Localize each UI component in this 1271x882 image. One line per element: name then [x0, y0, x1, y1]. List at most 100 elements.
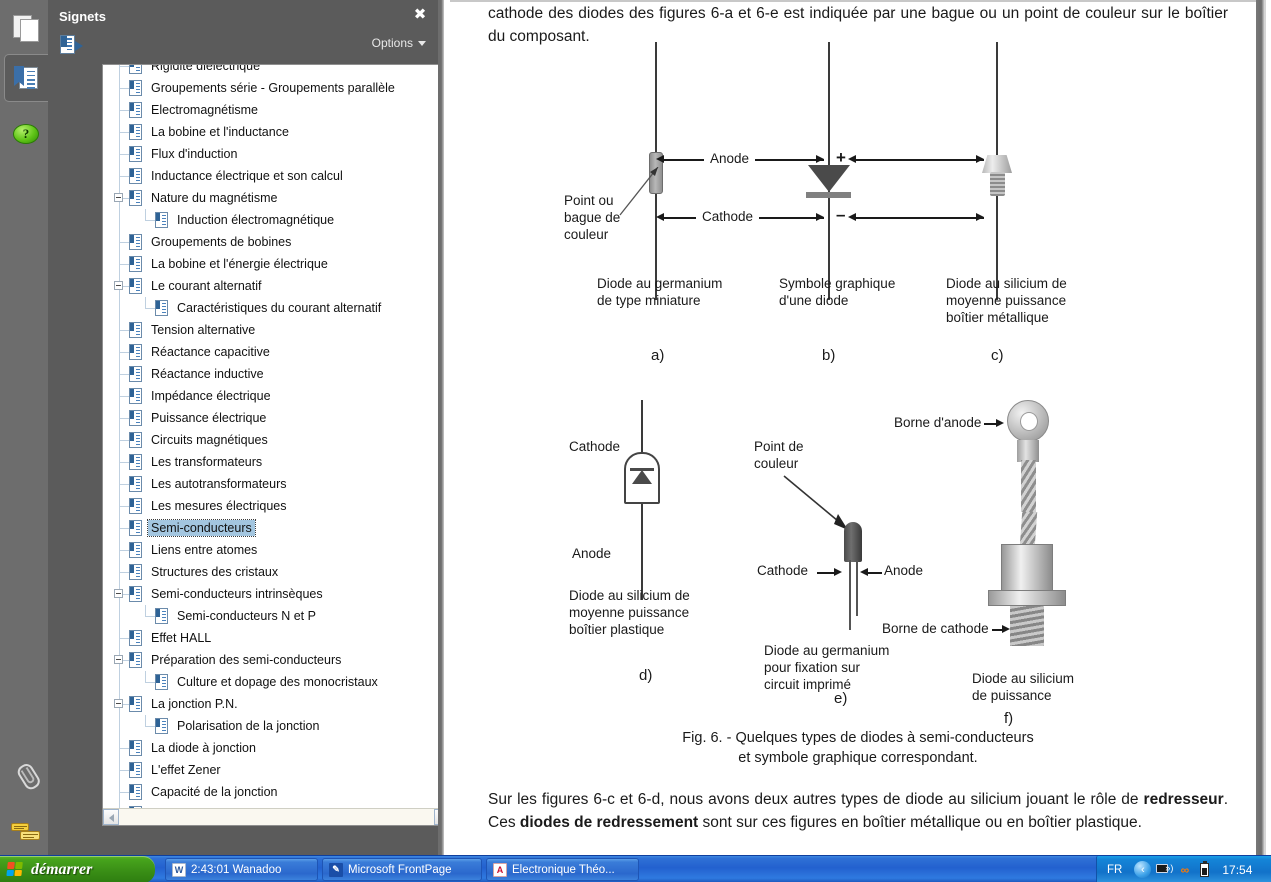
- rail-tab-attachments[interactable]: [4, 752, 48, 800]
- taskbar-item-frontpage[interactable]: ✎ Microsoft FrontPage: [322, 858, 482, 881]
- bookmark-item[interactable]: La diode à jonction: [103, 737, 450, 759]
- bookmark-item[interactable]: La bobine et l'inductance: [103, 121, 450, 143]
- fig-e-cathode-label: Cathode: [757, 563, 809, 578]
- back-arrow-icon[interactable]: ‹: [1134, 861, 1152, 878]
- comments-bubble-icon: [11, 822, 41, 842]
- polarity-plus: +: [836, 148, 846, 167]
- bookmark-item[interactable]: Puissance électrique: [103, 407, 450, 429]
- bookmark-page-icon: [129, 410, 142, 426]
- bookmark-item[interactable]: Rigidité diélectrique: [103, 65, 450, 77]
- tree-expander[interactable]: [114, 655, 123, 664]
- bookmark-item[interactable]: Flux d'induction: [103, 143, 450, 165]
- rail-tab-bookmarks[interactable]: [4, 54, 48, 102]
- bookmark-page-icon: [129, 498, 142, 514]
- bookmark-item[interactable]: Impédance électrique: [103, 385, 450, 407]
- bookmark-label: La diode à jonction: [151, 741, 256, 755]
- battery-icon[interactable]: [1197, 860, 1212, 877]
- bookmark-item[interactable]: L'effet Zener: [103, 759, 450, 781]
- bookmark-item[interactable]: Circuits magnétiques: [103, 429, 450, 451]
- fig-d-caption: Diode au silicium de moyenne puissance b…: [569, 588, 690, 637]
- para-bottom-bold2: diodes de redressement: [519, 814, 699, 831]
- bookmark-item[interactable]: Polarisation de la jonction: [103, 715, 450, 737]
- bookmark-page-icon: [129, 520, 142, 536]
- bookmark-item[interactable]: Les autotransformateurs: [103, 473, 450, 495]
- rail-tab-comments[interactable]: [4, 808, 48, 856]
- anode-arrow-right: [816, 155, 824, 163]
- bookmark-item[interactable]: Le courant alternatif: [103, 275, 450, 297]
- bookmark-item[interactable]: Tension alternative: [103, 319, 450, 341]
- taskbar-item-wanadoo[interactable]: W 2:43:01 Wanadoo: [165, 858, 318, 881]
- tree-expander[interactable]: [114, 193, 123, 202]
- start-button[interactable]: démarrer: [0, 856, 155, 882]
- bookmark-item[interactable]: Nature du magnétisme: [103, 187, 450, 209]
- bookmark-page-icon: [129, 322, 142, 338]
- fig-e-cathode-arrow-line: [817, 572, 835, 574]
- bookmark-label: Liens entre atomes: [151, 543, 258, 557]
- bookmark-page-icon: [129, 80, 142, 96]
- bookmark-item[interactable]: La bobine et l'énergie électrique: [103, 253, 450, 275]
- bookmarks-horizontal-scrollbar[interactable]: [103, 808, 467, 825]
- bookmark-item[interactable]: Groupements série - Groupements parallèl…: [103, 77, 450, 99]
- bookmark-item[interactable]: Induction électromagnétique: [103, 209, 450, 231]
- paperclip-icon: [8, 758, 44, 794]
- bookmark-item[interactable]: Electromagnétisme: [103, 99, 450, 121]
- bookmark-label: Préparation des semi-conducteurs: [151, 653, 342, 667]
- tree-expander[interactable]: [114, 281, 123, 290]
- navigation-rail: ?: [0, 0, 48, 855]
- tree-expander[interactable]: [114, 589, 123, 598]
- bookmark-item[interactable]: Culture et dopage des monocristaux: [103, 671, 450, 693]
- close-icon[interactable]: ✖: [412, 7, 428, 23]
- bookmark-page-icon: [129, 278, 142, 294]
- figure-caption-line1: Fig. 6. - Quelques types de diodes à sem…: [682, 730, 1034, 746]
- bookmarks-panel: Signets ✖ Options Rigidité diélectrique G…: [48, 0, 468, 855]
- frontpage-icon: ✎: [329, 862, 343, 877]
- fig-f-anode-ring: [1007, 400, 1049, 442]
- bookmark-item[interactable]: Préparation des semi-conducteurs: [103, 649, 450, 671]
- bookmark-page-icon: [129, 762, 142, 778]
- bookmark-page-icon: [129, 564, 142, 580]
- pages-icon: [13, 15, 39, 42]
- acrobat-reader-window: ? Signets ✖ Options Rigidité diélectriqu…: [0, 0, 1271, 882]
- bookmark-item[interactable]: Semi-conducteurs: [103, 517, 450, 539]
- bookmark-item[interactable]: Les transformateurs: [103, 451, 450, 473]
- bookmark-item[interactable]: Capacité de la jonction: [103, 781, 450, 803]
- bookmark-item[interactable]: Réactance inductive: [103, 363, 450, 385]
- new-bookmark-icon[interactable]: [60, 35, 84, 55]
- bookmark-page-icon: [129, 652, 142, 668]
- rail-tab-help[interactable]: ?: [4, 110, 48, 158]
- bookmark-item[interactable]: Inductance électrique et son calcul: [103, 165, 450, 187]
- fig-e-anode-arrow-line: [866, 572, 882, 574]
- bookmark-item[interactable]: Réactance capacitive: [103, 341, 450, 363]
- diode-symbol-triangle: [808, 165, 850, 192]
- windows-flag-icon: [6, 861, 25, 878]
- infinity-icon[interactable]: ∞: [1177, 862, 1192, 877]
- cathode-arrow-left: [656, 213, 664, 221]
- pdf-page: cathode des diodes des figures 6-a et 6-…: [444, 0, 1262, 855]
- tree-expander[interactable]: [114, 699, 123, 708]
- fig-f-flange: [988, 590, 1066, 606]
- bookmark-item[interactable]: Effet HALL: [103, 627, 450, 649]
- language-indicator[interactable]: FR: [1107, 864, 1122, 876]
- bookmark-item[interactable]: Les mesures électriques: [103, 495, 450, 517]
- network-icon[interactable]: »): [1156, 863, 1173, 876]
- taskbar-item-acrobat[interactable]: A Electronique Théo...: [486, 858, 639, 881]
- bookmark-item[interactable]: La jonction P.N.: [103, 693, 450, 715]
- fig-c-letter: c): [991, 347, 1004, 364]
- cathode-arrow-right: [816, 213, 824, 221]
- bookmark-item[interactable]: Liens entre atomes: [103, 539, 450, 561]
- document-view[interactable]: cathode des diodes des figures 6-a et 6-…: [438, 0, 1271, 855]
- options-menu-button[interactable]: Options: [372, 36, 426, 50]
- rail-tab-pages[interactable]: [4, 4, 48, 52]
- scroll-left-button[interactable]: [103, 809, 119, 825]
- clock[interactable]: 17:54: [1222, 863, 1252, 877]
- bookmark-label: Tension alternative: [151, 323, 256, 337]
- bookmark-page-icon: [129, 344, 142, 360]
- bookmark-item[interactable]: Semi-conducteurs N et P: [103, 605, 450, 627]
- bookmark-item[interactable]: Caractéristiques du courant alternatif: [103, 297, 450, 319]
- cathode-label-top: Cathode: [696, 208, 760, 225]
- bookmarks-tree: Rigidité diélectrique Groupements série -…: [103, 65, 450, 808]
- bookmark-item[interactable]: Groupements de bobines: [103, 231, 450, 253]
- bookmark-item[interactable]: Semi-conducteurs intrinsèques: [103, 583, 450, 605]
- bookmark-item[interactable]: Structures des cristaux: [103, 561, 450, 583]
- fig-a-callout-arrow: [619, 167, 659, 216]
